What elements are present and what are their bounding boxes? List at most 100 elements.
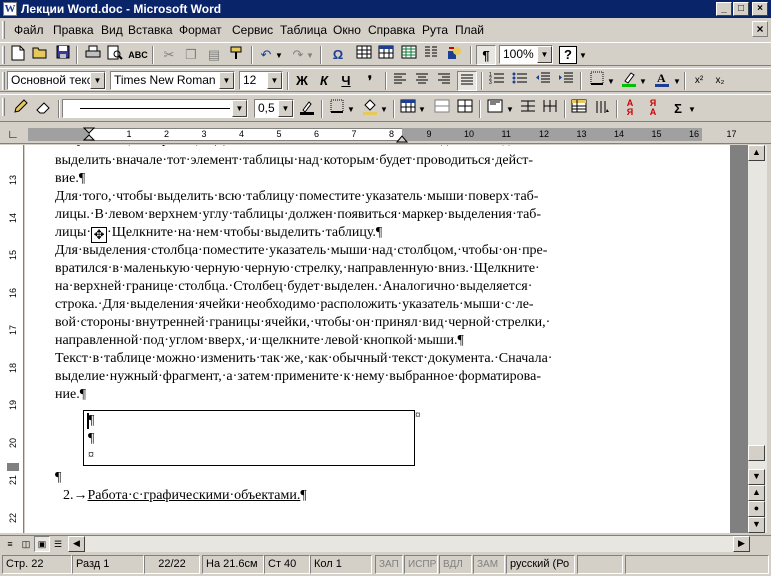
print-layout-view-icon[interactable]: ▣ [34,536,50,552]
document-close-button[interactable]: × [752,21,768,37]
status-column[interactable]: Кол 1 [310,555,372,574]
menu-ruta[interactable]: Рута [422,23,448,37]
align-cell-dropdown[interactable]: ▼ [505,99,515,119]
menu-format[interactable]: Формат [179,23,222,37]
outline-view-icon[interactable]: ☰ [50,536,66,552]
table-cell[interactable]: ¤ [88,447,94,462]
bold-button[interactable]: Ж [292,71,312,91]
tab-selector-icon[interactable]: ∟ [4,125,22,143]
columns-icon[interactable] [421,45,441,65]
outside-border-icon[interactable] [327,99,347,119]
next-page-icon[interactable]: ▼ [748,517,765,533]
borders-icon[interactable] [587,71,607,91]
paste-icon[interactable]: ▤ [204,45,224,65]
align-right-icon[interactable] [434,71,454,91]
font-select[interactable]: Times New Roman ▼ [110,71,235,90]
shading-dropdown[interactable]: ▼ [379,99,389,119]
numbered-list-icon[interactable]: 123 [487,71,507,91]
scroll-left-arrow-icon[interactable]: ◀ [68,536,85,552]
font-dropdown-arrow[interactable]: ▼ [219,72,234,89]
change-text-direction-icon[interactable] [592,99,612,119]
insert-table-tb-icon[interactable] [398,99,418,119]
status-section[interactable]: Разд 1 [72,555,144,574]
outside-border-dropdown[interactable]: ▼ [346,99,356,119]
highlight-dropdown[interactable]: ▼ [638,71,648,91]
minimize-button[interactable]: _ [716,2,732,16]
font-color-icon[interactable]: A [652,71,672,91]
help-icon[interactable]: ? [559,46,577,64]
justify-icon[interactable] [457,71,477,91]
menu-window[interactable]: Окно [333,23,361,37]
style-dropdown-arrow[interactable]: ▼ [90,72,105,89]
indent-marker-icon[interactable] [83,127,97,143]
select-browse-object-icon[interactable]: ● [748,501,765,517]
status-pages[interactable]: 22/22 [144,555,200,574]
hyperlink-icon[interactable]: Ω [328,45,348,65]
status-record[interactable]: ЗАП [375,555,403,574]
bulleted-list-icon[interactable] [510,71,530,91]
toolbar-grip[interactable] [2,98,5,116]
cut-icon[interactable]: ✂ [159,45,179,65]
menu-table[interactable]: Таблица [280,23,327,37]
insert-table-icon[interactable] [376,45,396,65]
close-button[interactable]: × [752,2,768,16]
status-overtype[interactable]: ЗАМ [473,555,505,574]
web-view-icon[interactable]: ◫ [18,536,34,552]
tables-borders-icon[interactable] [354,45,374,65]
drawing-icon[interactable] [444,45,464,65]
menu-tools[interactable]: Сервис [232,23,273,37]
help-dropdown[interactable]: ▼ [578,45,588,65]
status-page[interactable]: Стр. 22 [2,555,72,574]
maximize-button[interactable]: □ [733,2,749,16]
bottom-margin-marker[interactable] [7,463,19,471]
undo-dropdown[interactable]: ▼ [274,45,284,65]
right-indent-marker-icon[interactable] [396,134,408,143]
status-language[interactable]: русский (Ро [506,555,575,574]
italic-button[interactable]: К [314,71,334,91]
menu-insert[interactable]: Вставка [128,23,173,37]
font-size-dropdown-arrow[interactable]: ▼ [267,72,282,89]
status-line[interactable]: Ст 40 [264,555,310,574]
spelling-icon[interactable]: ABC [128,45,148,65]
style-select[interactable]: Основной текст ▼ [7,71,106,90]
border-color-icon[interactable] [297,99,317,119]
print-icon[interactable] [83,45,103,65]
word-doc-icon[interactable]: W [3,2,17,16]
vertical-scrollbar[interactable]: ▲ ▼ ▲ ● ▼ [748,145,767,533]
scroll-thumb[interactable] [748,445,765,461]
print-preview-icon[interactable] [105,45,125,65]
status-spelling[interactable] [577,555,623,574]
scroll-up-arrow-icon[interactable]: ▲ [748,145,765,161]
status-position[interactable]: На 21.6см [202,555,264,574]
line-weight-select[interactable]: 0,5 ▼ [254,99,294,118]
decrease-indent-icon[interactable] [533,71,553,91]
zoom-dropdown-arrow[interactable]: ▼ [537,46,552,63]
insert-table-dropdown[interactable]: ▼ [417,99,427,119]
shading-color-icon[interactable] [360,99,380,119]
show-hide-pilcrow-icon[interactable]: ¶ [476,45,496,65]
redo-dropdown[interactable]: ▼ [305,45,315,65]
increase-indent-icon[interactable] [556,71,576,91]
highlight-mark-icon[interactable]: ❜ [360,71,380,91]
toolbar-options-dropdown[interactable]: ▼ [687,99,697,119]
font-size-select[interactable]: 12 ▼ [239,71,283,90]
line-weight-dropdown-arrow[interactable]: ▼ [278,100,293,117]
table-move-handle-icon[interactable]: ✥ [91,227,108,243]
menu-help[interactable]: Справка [368,23,415,37]
sort-descending-icon[interactable]: ЯА [643,99,663,119]
autosum-icon[interactable]: Σ [668,99,688,119]
scroll-right-arrow-icon[interactable]: ▶ [733,536,750,552]
subscript-button[interactable]: x₂ [710,71,730,91]
table-cell[interactable]: ¶ [88,431,94,447]
normal-view-icon[interactable]: ≡ [2,536,18,552]
copy-icon[interactable]: ❐ [181,45,201,65]
line-style-select[interactable]: ▼ [62,99,248,118]
align-center-icon[interactable] [412,71,432,91]
line-style-dropdown-arrow[interactable]: ▼ [232,100,247,117]
save-disk-icon[interactable] [53,45,73,65]
menu-file[interactable]: Файл [14,23,44,37]
document-page[interactable]: нону·таблицы·и·границы.·Для·выполнения·т… [25,145,730,533]
table-autoformat-icon[interactable] [569,99,589,119]
font-color-dropdown[interactable]: ▼ [672,71,682,91]
borders-dropdown[interactable]: ▼ [606,71,616,91]
